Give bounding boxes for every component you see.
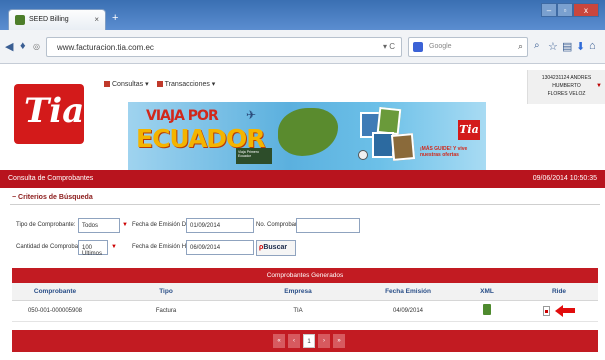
numero-input[interactable] (296, 218, 360, 233)
photo-4 (390, 133, 416, 161)
cell-tipo: Factura (98, 300, 234, 322)
page-title-bar: Consulta de Comprobantes 09/06/2014 10:5… (0, 170, 605, 188)
tab-close-icon[interactable]: × (94, 15, 99, 24)
xml-download-icon[interactable] (483, 304, 491, 315)
results-header: Comprobantes Generados (12, 268, 598, 283)
table-header-row: Comprobante Tipo Empresa Fecha Emisión X… (12, 283, 598, 301)
cantidad-caret-icon[interactable]: ▼ (110, 240, 118, 255)
consultas-icon (104, 81, 110, 87)
cell-fecha: 04/09/2014 (362, 300, 454, 322)
banner-title-1: VIAJA POR (146, 108, 219, 124)
current-datetime: 09/06/2014 10:50:35 (532, 175, 597, 182)
pagination-bar: « ‹ 1 › » (12, 330, 598, 352)
search-icon[interactable]: ⌕ (534, 40, 540, 51)
airplane-icon: ✈ (246, 108, 257, 122)
menu-consultas-label: Consultas ▾ (112, 81, 149, 88)
new-tab-button[interactable]: + (112, 12, 118, 24)
google-icon[interactable] (413, 42, 423, 52)
results-table: Comprobante Tipo Empresa Fecha Emisión X… (12, 283, 598, 322)
cell-empresa: TIA (234, 300, 362, 322)
user-id-name: 1304231124 ANDRES HUMBERTO (541, 75, 592, 89)
search-placeholder: Google (429, 43, 452, 50)
home-icon[interactable]: ⌂ (589, 40, 596, 52)
col-xml[interactable]: XML (454, 283, 520, 301)
section-divider (10, 204, 600, 205)
menu-consultas[interactable]: Consultas ▾ (104, 80, 149, 88)
cell-xml (454, 300, 520, 322)
window-controls: – ▫ x (541, 3, 599, 17)
menu-transacciones-label: Transacciones ▾ (164, 81, 216, 88)
favicon-icon (15, 15, 25, 25)
photo-2 (376, 106, 402, 136)
minimize-button[interactable]: – (541, 3, 557, 17)
address-bar[interactable]: www.facturacion.tia.com.ec ▾ C (46, 37, 402, 57)
criteria-section-title[interactable]: − Criterios de Búsqueda (12, 194, 93, 201)
tipo-select[interactable]: Todos (78, 218, 120, 233)
url-text: www.facturacion.tia.com.ec (57, 43, 154, 52)
banner-subtitle: ¡MÁS GUIDE! Y vive nuestras ofertas (420, 146, 468, 158)
last-page-button[interactable]: » (333, 334, 345, 348)
search-go-icon[interactable]: ⌕ (518, 41, 523, 52)
promo-banner[interactable]: VIAJA POR ECUADOR ✈ Viaja Primero Ecuado… (128, 102, 486, 170)
menu-transacciones[interactable]: Transacciones ▾ (156, 80, 216, 88)
ride-pdf-icon[interactable] (543, 305, 551, 316)
criteria-title-text: Criterios de Búsqueda (18, 194, 93, 201)
first-page-button[interactable]: « (273, 334, 285, 348)
banner-sign: Viaja Primero Ecuador (236, 148, 272, 164)
cell-comprobante: 050-001-000005908 (12, 300, 98, 322)
tia-logo[interactable]: Tia (14, 84, 84, 144)
col-empresa[interactable]: Empresa (234, 283, 362, 301)
user-menu[interactable]: 1304231124 ANDRES HUMBERTO FLORES VELOZ … (527, 70, 605, 104)
site-info-icon[interactable]: ◎ (33, 42, 40, 51)
download-icon[interactable]: ⬇ (576, 40, 585, 53)
bookmark-star-icon[interactable]: ☆ (548, 40, 558, 53)
search-bar[interactable]: Google ⌕ (408, 37, 528, 57)
buscar-label: Buscar (263, 244, 288, 251)
page-header: Tia Consultas ▾ Transacciones ▾ 13042311… (0, 64, 605, 170)
user-caret-icon: ▼ (596, 83, 602, 89)
cell-ride (520, 300, 598, 322)
pagination: « ‹ 1 › » (273, 334, 345, 348)
back-arrow-icon[interactable]: ◀ (5, 40, 13, 53)
address-toolbar: ◀ ♦ ◎ www.facturacion.tia.com.ec ▾ C Goo… (0, 30, 605, 64)
next-page-button[interactable]: › (318, 334, 330, 348)
bookmarks-icon[interactable]: ▤ (562, 40, 572, 53)
col-ride[interactable]: Ride (520, 283, 598, 301)
main-menu: Consultas ▾ Transacciones ▾ (104, 80, 215, 88)
browser-titlebar: SEED Billing × + – ▫ x (0, 0, 605, 30)
galapagos-island-image (278, 108, 338, 156)
tab-title: SEED Billing (29, 16, 69, 23)
tipo-label: Tipo de Comprobante: (16, 222, 76, 228)
col-tipo[interactable]: Tipo (98, 283, 234, 301)
transacciones-icon (156, 81, 163, 87)
buscar-button[interactable]: ρBuscar (256, 240, 296, 256)
pointer-arrow-icon (554, 304, 563, 317)
page-1-button[interactable]: 1 (303, 334, 315, 348)
table-row: 050-001-000005908 Factura TIA 04/09/2014 (12, 300, 598, 322)
user-surname: FLORES VELOZ (547, 91, 586, 97)
desde-date-input[interactable]: 01/09/2014 (186, 218, 254, 233)
pointer-arrow-tail (562, 308, 575, 313)
identity-icon[interactable]: ♦ (20, 40, 26, 52)
col-comprobante[interactable]: Comprobante (12, 283, 98, 301)
maximize-button[interactable]: ▫ (557, 3, 573, 17)
close-window-button[interactable]: x (573, 3, 599, 17)
ball-image (358, 150, 368, 160)
tipo-caret-icon[interactable]: ▼ (121, 218, 129, 233)
page-title: Consulta de Comprobantes (8, 175, 94, 182)
logo-text: Tia (24, 91, 85, 131)
banner-tia-logo: Tia (458, 120, 480, 140)
cantidad-select[interactable]: 100 Últimos (78, 240, 108, 257)
hasta-date-input[interactable]: 06/09/2014 (186, 240, 254, 255)
prev-page-button[interactable]: ‹ (288, 334, 300, 348)
col-fecha[interactable]: Fecha Emisión (362, 283, 454, 301)
reload-icon[interactable]: ▾ C (383, 42, 395, 51)
browser-tab[interactable]: SEED Billing × (8, 9, 106, 30)
